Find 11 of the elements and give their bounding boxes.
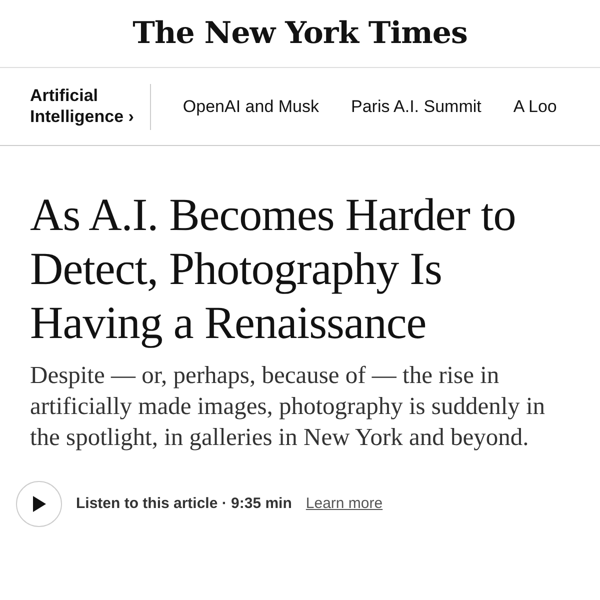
logo[interactable]: The New York Times [132,11,468,56]
topic-link[interactable]: A Loo [513,94,557,120]
topic-link[interactable]: OpenAI and Musk [182,94,319,120]
play-button[interactable] [16,481,62,527]
section-link[interactable]: Artificial Intelligence › [0,84,151,130]
topic-link[interactable]: Paris A.I. Summit [351,94,482,120]
learn-more-link[interactable]: Learn more [306,492,383,516]
summary: Despite — or, perhaps, because of — the rise in artificially made images, photography is suddenly in the spotlight, in galleries in New York and beyond. [30,361,546,453]
play-icon [32,496,46,512]
headline: As A.I. Becomes Harder to Detect, Photography Is Having a Renaissance [30,188,517,350]
listen-label: Listen to this article · 9:35 min [76,494,292,514]
